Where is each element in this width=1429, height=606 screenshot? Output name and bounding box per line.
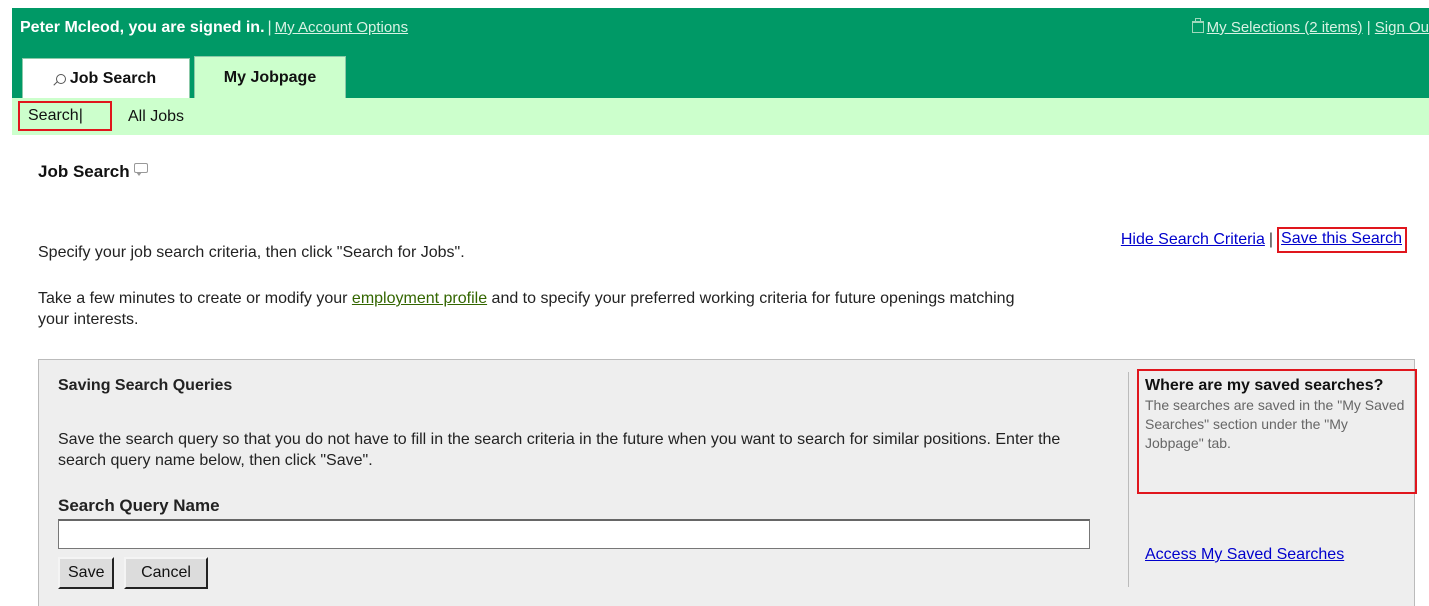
search-query-name-input[interactable] bbox=[58, 519, 1090, 549]
shopping-bag-icon bbox=[1191, 18, 1204, 33]
access-saved-searches-link[interactable]: Access My Saved Searches bbox=[1145, 546, 1344, 564]
panel-description: Save the search query so that you do not… bbox=[58, 431, 1061, 469]
tab-my-jobpage-label: My Jobpage bbox=[223, 68, 317, 86]
page-title-text: Job Search bbox=[38, 162, 130, 181]
help-title: Where are my saved searches? bbox=[1145, 377, 1384, 394]
subnav-all-jobs[interactable]: All Jobs bbox=[128, 108, 184, 126]
tab-job-search[interactable]: Job Search bbox=[22, 58, 190, 98]
help-text: The searches are saved in the "My Saved … bbox=[1145, 397, 1405, 451]
panel-title: Saving Search Queries bbox=[58, 377, 233, 394]
page-title: Job Search bbox=[38, 162, 148, 182]
employment-profile-link[interactable]: employment profile bbox=[352, 290, 487, 307]
tab-my-jobpage[interactable]: My Jobpage bbox=[194, 56, 346, 98]
search-instructions: Specify your job search criteria, then c… bbox=[38, 244, 465, 261]
save-button[interactable]: Save bbox=[58, 557, 114, 589]
search-actions: Hide Search Criteria | Save this Search bbox=[1121, 222, 1407, 258]
sign-out-link[interactable]: Sign Ou bbox=[1375, 19, 1429, 36]
subnav-search-label: Search| bbox=[28, 107, 83, 124]
profile-note-before: Take a few minutes to create or modify y… bbox=[38, 290, 352, 307]
header-separator: | bbox=[267, 19, 272, 36]
sub-navigation: Search| All Jobs bbox=[12, 98, 1429, 135]
tab-job-search-label: Job Search bbox=[69, 69, 157, 87]
top-header-bar: Peter Mcleod, you are signed in. | My Acco… bbox=[12, 8, 1429, 98]
comment-icon[interactable] bbox=[133, 163, 148, 176]
hide-search-criteria-link[interactable]: Hide Search Criteria bbox=[1121, 231, 1265, 249]
profile-note: Take a few minutes to create or modify y… bbox=[38, 288, 1038, 330]
my-selections-link[interactable]: My Selections (2 items) bbox=[1207, 19, 1363, 36]
search-icon bbox=[55, 73, 66, 84]
save-search-panel: Saving Search Queries Save the search qu… bbox=[38, 359, 1417, 606]
header-right-separator: | bbox=[1366, 19, 1371, 36]
search-actions-separator: | bbox=[1268, 231, 1274, 248]
search-query-name-label: Search Query Name bbox=[58, 496, 220, 515]
saved-searches-help-box: Where are my saved searches? The searche… bbox=[1137, 369, 1417, 494]
signed-in-text: Peter Mcleod, you are signed in. bbox=[20, 19, 265, 36]
save-this-search-highlight: Save this Search bbox=[1277, 227, 1407, 253]
signed-in-status: Peter Mcleod, you are signed in. | My Acco… bbox=[20, 19, 408, 37]
save-this-search-link[interactable]: Save this Search bbox=[1281, 230, 1402, 248]
subnav-search[interactable]: Search| bbox=[18, 101, 112, 131]
my-account-options-link[interactable]: My Account Options bbox=[275, 19, 408, 36]
panel-divider bbox=[1128, 372, 1129, 587]
header-right-links: My Selections (2 items) | Sign Ou bbox=[1191, 18, 1429, 36]
cancel-button[interactable]: Cancel bbox=[124, 557, 208, 589]
